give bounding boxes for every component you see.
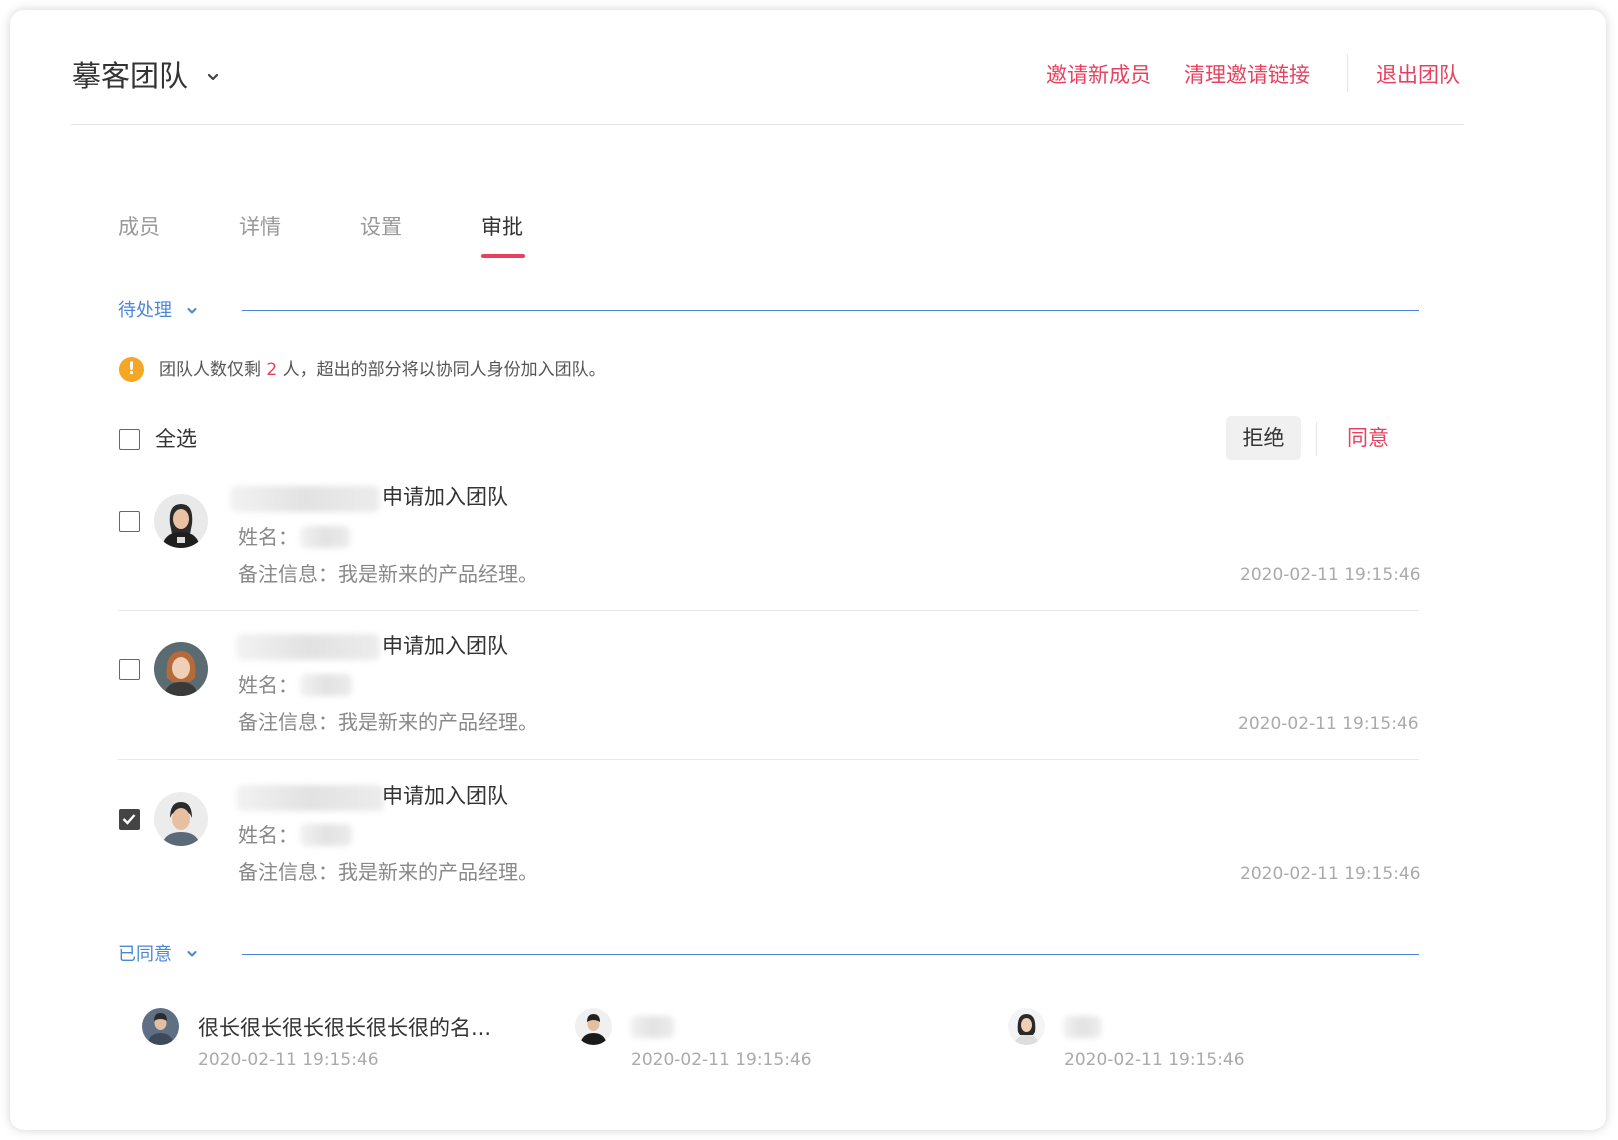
name-label: 姓名：	[238, 525, 298, 549]
warning-icon: !	[119, 357, 144, 382]
leave-team-link[interactable]: 退出团队	[1376, 60, 1460, 90]
approved-member-name: 很长很长很长很长很长很的名...	[198, 1016, 492, 1040]
redacted-user-name	[236, 634, 380, 660]
member-limit-notice: 团队人数仅剩 2 人，超出的部分将以协同人身份加入团队。	[159, 360, 606, 380]
tab-details[interactable]: 详情	[239, 212, 281, 242]
team-approval-panel: 摹客团队 邀请新成员 清理邀请链接 退出团队 成员 详情 设置 审批 待处理 !…	[10, 10, 1606, 1130]
avatar	[1008, 1008, 1045, 1045]
chevron-down-icon[interactable]	[207, 72, 219, 82]
team-name[interactable]: 摹客团队	[72, 56, 188, 96]
invite-new-member-link[interactable]: 邀请新成员	[1046, 60, 1151, 90]
header-rule	[71, 124, 1464, 125]
redacted-user-name	[236, 785, 384, 811]
chevron-down-icon[interactable]	[187, 950, 197, 958]
action-divider	[1316, 422, 1317, 456]
request-title: 申请加入团队	[382, 485, 508, 509]
tab-settings[interactable]: 设置	[360, 212, 402, 242]
approved-time: 2020-02-11 19:15:46	[631, 1050, 812, 1070]
remaining-count: 2	[266, 360, 278, 380]
tab-members[interactable]: 成员	[118, 212, 160, 242]
request-time: 2020-02-11 19:15:46	[1240, 864, 1421, 884]
tab-approval[interactable]: 审批	[481, 212, 523, 242]
name-label: 姓名：	[238, 673, 298, 697]
request-note: 备注信息：我是新来的产品经理。	[238, 710, 538, 734]
avatar	[142, 1008, 179, 1045]
request-checkbox[interactable]	[119, 659, 140, 680]
redacted-real-name	[300, 824, 352, 846]
row-divider	[118, 759, 1419, 760]
approved-section-toggle[interactable]: 已同意	[118, 942, 172, 968]
avatar	[154, 642, 208, 696]
avatar	[154, 494, 208, 548]
active-tab-indicator	[481, 254, 525, 258]
approved-time: 2020-02-11 19:15:46	[1064, 1050, 1245, 1070]
approved-section-line	[242, 954, 1419, 955]
redacted-real-name	[300, 526, 350, 548]
reject-button[interactable]: 拒绝	[1226, 416, 1301, 460]
redacted-member-name	[1063, 1016, 1101, 1038]
request-checkbox[interactable]	[119, 511, 140, 532]
request-time: 2020-02-11 19:15:46	[1240, 565, 1421, 585]
request-note: 备注信息：我是新来的产品经理。	[238, 562, 538, 586]
redacted-member-name	[630, 1016, 674, 1038]
select-all-label[interactable]: 全选	[155, 424, 197, 454]
request-checkbox[interactable]	[119, 809, 140, 830]
request-time: 2020-02-11 19:15:46	[1238, 714, 1419, 734]
avatar	[575, 1008, 612, 1045]
name-label: 姓名：	[238, 823, 298, 847]
redacted-user-name	[230, 486, 380, 512]
pending-section-toggle[interactable]: 待处理	[118, 298, 172, 324]
approved-time: 2020-02-11 19:15:46	[198, 1050, 379, 1070]
request-title: 申请加入团队	[382, 634, 508, 658]
request-note: 备注信息：我是新来的产品经理。	[238, 860, 538, 884]
chevron-down-icon[interactable]	[187, 307, 197, 315]
pending-section-line	[242, 310, 1419, 311]
request-title: 申请加入团队	[382, 784, 508, 808]
row-divider	[118, 610, 1419, 611]
header-divider	[1347, 54, 1348, 92]
clear-invite-links-link[interactable]: 清理邀请链接	[1184, 60, 1310, 90]
avatar	[154, 792, 208, 846]
agree-button[interactable]: 同意	[1336, 416, 1400, 460]
redacted-real-name	[300, 674, 352, 696]
select-all-checkbox[interactable]	[119, 429, 140, 450]
